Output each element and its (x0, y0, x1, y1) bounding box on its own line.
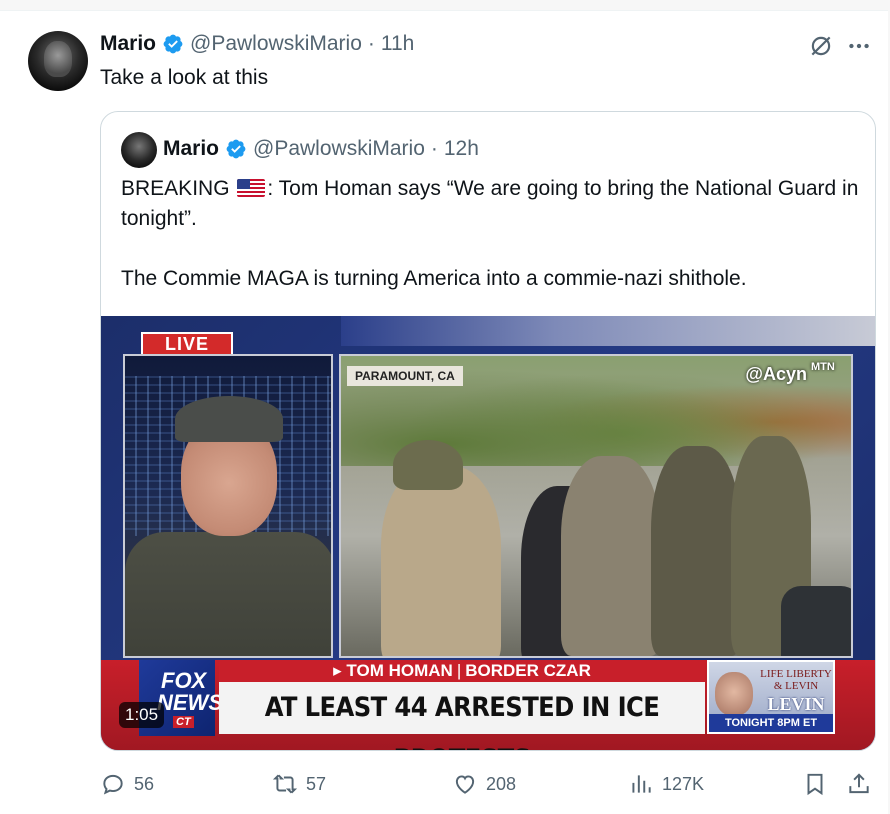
protest-footage-panel: PARAMOUNT, CA @Acyn MTN (339, 354, 853, 658)
promo-face (715, 672, 753, 716)
repost-icon (272, 774, 298, 794)
quoted-author-handle[interactable]: @PawlowskiMario (253, 136, 425, 162)
lower-third-headline: AT LEAST 44 ARRESTED IN ICE PROTESTS (219, 682, 705, 750)
repost-count: 57 (306, 773, 327, 794)
mtn-logo: MTN (811, 361, 835, 373)
repost-button[interactable]: 57 (272, 771, 326, 797)
lower-third-role: BORDER CZAR (465, 661, 591, 680)
officer-figure (381, 466, 501, 656)
lower-third-name: TOM HOMAN (346, 661, 453, 680)
live-badge: LIVE (141, 332, 233, 356)
separator-dot: · (367, 32, 375, 55)
quoted-tweet[interactable]: Mario @PawlowskiMario · 12h BREAKING : T… (100, 111, 876, 751)
quoted-author-name[interactable]: Mario (163, 136, 219, 162)
quoted-tweet-line2: The Commie MAGA is turning America into … (121, 267, 747, 290)
views-button[interactable]: 127K (628, 771, 704, 797)
verified-badge-icon (226, 139, 246, 159)
author-handle[interactable]: @PawlowskiMario (190, 31, 362, 57)
tweet-text: Take a look at this (100, 66, 269, 89)
lower-third: FOX NEWS CT ▸ TOM HOMAN | BORDER CZAR AT L… (101, 660, 875, 750)
show-promo: LIFE LIBERTY & LEVIN LEVIN TONIGHT 8PM E… (707, 660, 835, 734)
bookmark-button[interactable] (802, 771, 828, 797)
like-button[interactable]: 208 (452, 771, 516, 797)
author-avatar[interactable] (28, 31, 88, 91)
breaking-label: BREAKING (121, 177, 230, 200)
quoted-author-avatar[interactable] (121, 132, 157, 168)
share-icon (849, 773, 869, 794)
officer-helmet (393, 440, 463, 490)
grok-icon[interactable] (808, 33, 834, 59)
like-icon (455, 775, 475, 794)
quoted-tweet-time[interactable]: 12h (444, 136, 479, 162)
quoted-tweet-text: BREAKING : Tom Homan says “We are going … (121, 174, 861, 324)
person-shirt (125, 532, 331, 656)
tweet[interactable]: Mario @PawlowskiMario · 11h Take a look … (0, 10, 888, 814)
tweet-time[interactable]: 11h (381, 31, 414, 57)
views-count: 127K (662, 773, 705, 794)
action-bar: 56 57 208 127K (100, 771, 876, 799)
more-icon[interactable] (846, 33, 872, 59)
separator-dot: · (430, 137, 438, 160)
watermark: @Acyn (745, 364, 807, 384)
quoted-tweet-header: Mario @PawlowskiMario · 12h (163, 136, 479, 162)
like-count: 208 (486, 773, 517, 794)
lower-third-separator: | (456, 661, 462, 680)
person-cap (175, 396, 283, 442)
interview-panel (123, 354, 333, 658)
vehicle (781, 586, 851, 656)
promo-time: TONIGHT 8PM ET (709, 714, 833, 732)
share-button[interactable] (846, 771, 872, 797)
promo-title: LIFE LIBERTY & LEVIN (760, 668, 832, 692)
quoted-tweet-line1: BREAKING : Tom Homan says “We are going … (121, 174, 861, 234)
verified-badge-icon (163, 34, 183, 54)
video-duration: 1:05 (119, 702, 165, 728)
video-player[interactable]: LIVE PARAMOUNT, CA @Acyn MTN FOX NEWS CT… (101, 316, 875, 750)
reply-count: 56 (134, 773, 155, 794)
officer-figure (651, 446, 741, 656)
us-flag-icon (237, 179, 266, 197)
author-name[interactable]: Mario (100, 31, 156, 57)
reply-icon (103, 774, 123, 795)
lower-third-name-strip: ▸ TOM HOMAN | BORDER CZAR (219, 660, 705, 682)
tweet-header: Mario @PawlowskiMario · 11h (100, 31, 414, 57)
flag-background (341, 316, 875, 346)
reply-button[interactable]: 56 (100, 771, 154, 797)
location-badge: PARAMOUNT, CA (347, 366, 463, 386)
bookmark-icon (807, 773, 823, 796)
officer-figure (561, 456, 661, 656)
promo-name: LEVIN (767, 694, 825, 714)
views-icon (632, 775, 651, 793)
quoted-tweet-line1-rest: : Tom Homan says “We are going to bring … (121, 177, 859, 230)
